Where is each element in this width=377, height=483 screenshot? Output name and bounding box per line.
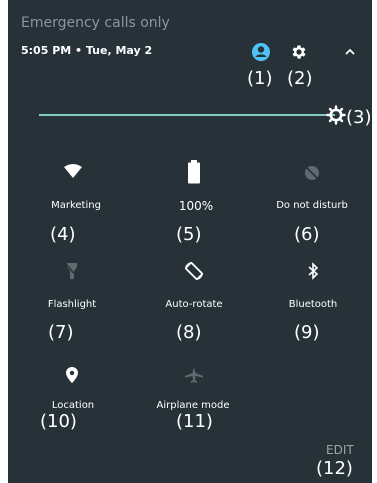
- callout-12: (12): [316, 458, 353, 479]
- do-not-disturb-icon[interactable]: [304, 165, 320, 181]
- tile-label-autorotate[interactable]: Auto-rotate: [165, 299, 222, 310]
- tile-label-wifi[interactable]: Marketing: [51, 200, 101, 211]
- tile-label-bluetooth[interactable]: Bluetooth: [289, 299, 338, 310]
- airplane-icon[interactable]: [185, 367, 203, 383]
- callout-11: (11): [176, 411, 213, 432]
- tile-label-flashlight[interactable]: Flashlight: [48, 299, 96, 310]
- location-icon[interactable]: [66, 367, 78, 383]
- callout-3: (3): [346, 107, 372, 128]
- edit-button[interactable]: EDIT: [326, 443, 354, 457]
- callout-7: (7): [48, 322, 74, 343]
- tile-label-location[interactable]: Location: [52, 400, 94, 411]
- chevron-up-icon[interactable]: [344, 47, 356, 57]
- callout-6: (6): [294, 224, 320, 245]
- bluetooth-icon[interactable]: [307, 262, 319, 280]
- status-bar-text: Emergency calls only: [21, 15, 170, 31]
- gear-icon[interactable]: [290, 43, 308, 61]
- user-icon[interactable]: [251, 42, 271, 62]
- tile-label-airplane[interactable]: Airplane mode: [156, 400, 229, 411]
- auto-rotate-icon[interactable]: [184, 261, 204, 281]
- quick-settings-panel: Emergency calls only 5:05 PM • Tue, May …: [8, 0, 372, 483]
- brightness-thumb-icon[interactable]: [326, 105, 346, 125]
- tile-label-dnd[interactable]: Do not disturb: [276, 200, 348, 211]
- callout-8: (8): [176, 322, 202, 343]
- battery-icon[interactable]: [187, 160, 201, 184]
- tile-label-battery[interactable]: 100%: [179, 199, 213, 213]
- wifi-icon[interactable]: [64, 164, 82, 178]
- brightness-slider[interactable]: [39, 114, 335, 116]
- callout-1: (1): [247, 68, 273, 89]
- callout-5: (5): [176, 224, 202, 245]
- flashlight-icon[interactable]: [65, 262, 79, 280]
- callout-9: (9): [294, 322, 320, 343]
- callout-10: (10): [40, 411, 77, 432]
- callout-2: (2): [287, 68, 313, 89]
- callout-4: (4): [50, 224, 76, 245]
- time-date: 5:05 PM • Tue, May 2: [21, 44, 153, 57]
